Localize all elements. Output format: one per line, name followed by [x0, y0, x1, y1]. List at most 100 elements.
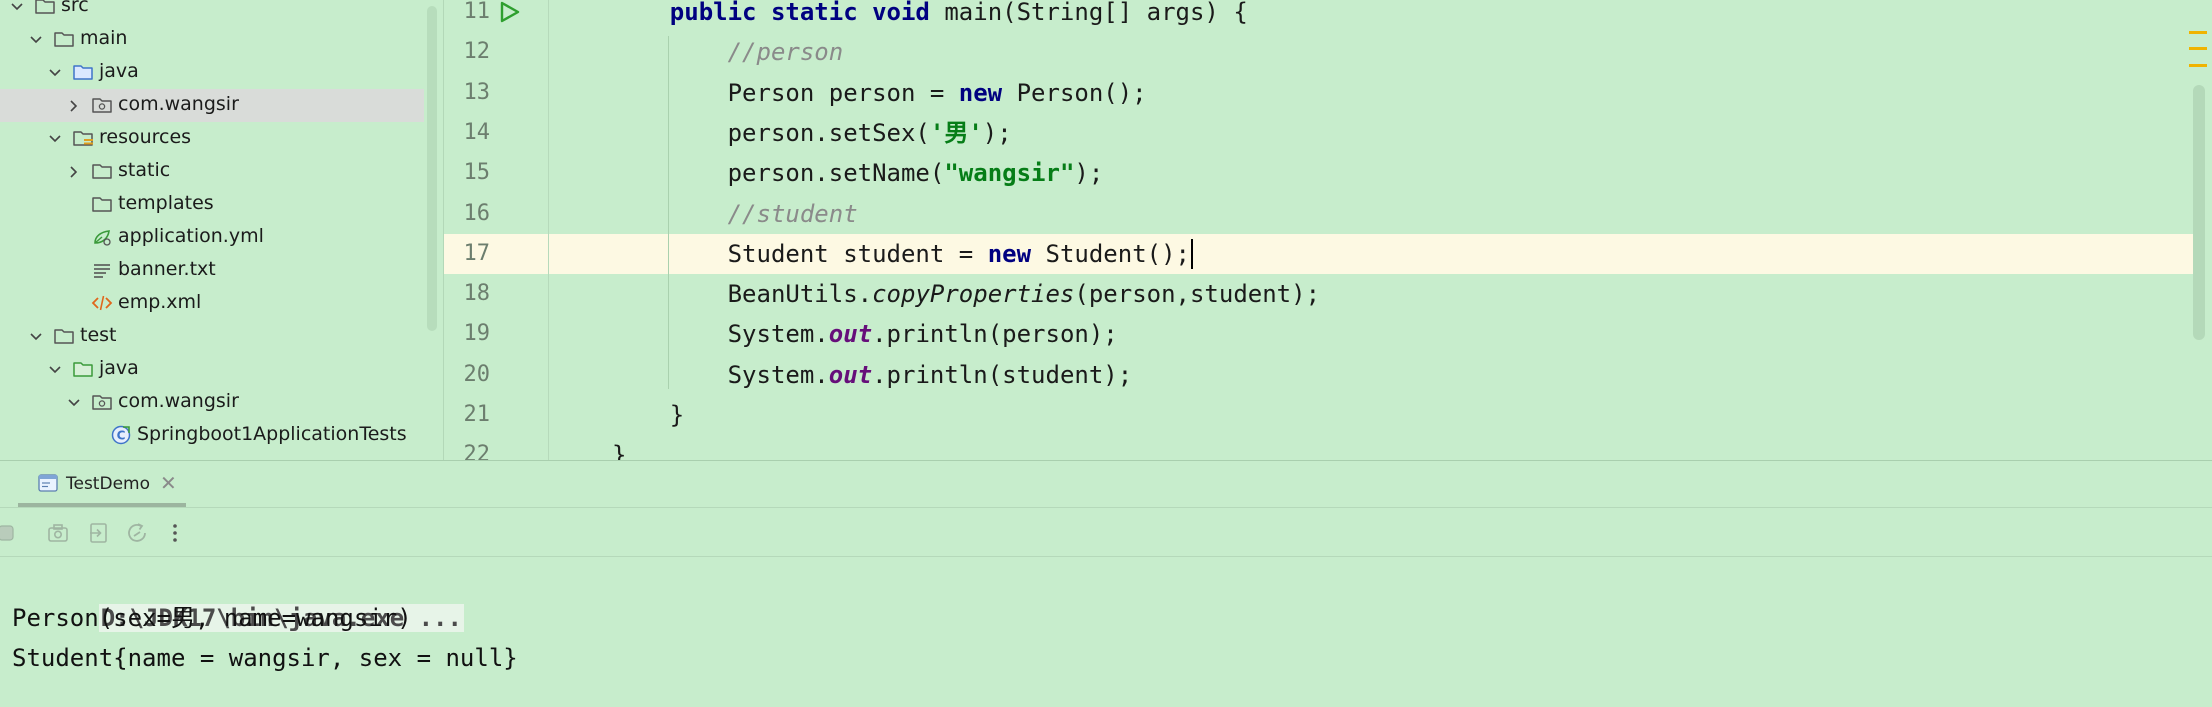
code-token: "wangsir" [944, 159, 1075, 188]
run-tab-bar: TestDemo ✕ [0, 461, 2212, 507]
line-number-gutter: 11 12 13 14 15 16 17 18 19 20 21 22 [444, 0, 548, 460]
warning-marker[interactable] [2189, 31, 2207, 34]
code-line[interactable]: BeanUtils.copyProperties(person,student)… [612, 274, 1320, 314]
line-number: 19 [463, 321, 491, 347]
exit-icon[interactable] [87, 521, 111, 545]
tree-item-static[interactable]: static [0, 155, 424, 188]
code-line[interactable]: } [612, 435, 626, 460]
text-caret [1191, 238, 1193, 269]
chevron-down-icon[interactable] [27, 31, 45, 49]
tree-item-java[interactable]: java [0, 353, 424, 386]
line-number: 12 [463, 39, 491, 65]
warning-marker[interactable] [2189, 64, 2207, 67]
tree-item-resources[interactable]: resources [0, 122, 424, 155]
code-line[interactable]: } [612, 395, 684, 435]
code-line[interactable]: System.out.println(student); [612, 355, 1133, 395]
stop-icon[interactable] [0, 521, 20, 545]
code-line[interactable]: Person person = new Person(); [612, 73, 1147, 113]
chevron-down-icon[interactable] [65, 394, 83, 412]
code-token: public static void [669, 0, 930, 26]
code-line[interactable]: person.setName("wangsir"); [612, 153, 1104, 193]
project-tree-scrollbar[interactable] [427, 6, 437, 331]
xml-file-icon [91, 292, 113, 314]
camera-icon[interactable] [46, 521, 70, 545]
tree-item-label: application.yml [118, 225, 264, 247]
tab-testdemo-label: TestDemo [66, 474, 150, 494]
code-token: //person [727, 38, 844, 67]
code-token: Student student = [612, 239, 988, 268]
code-token: Person person = [612, 78, 959, 107]
line-number: 17 [463, 240, 491, 266]
restart-icon[interactable] [125, 521, 149, 545]
tree-item-label: test [80, 324, 117, 346]
tree-item-main[interactable]: main [0, 23, 424, 56]
tree-item-test[interactable]: test [0, 320, 424, 353]
line-number: 16 [463, 200, 491, 226]
code-line[interactable]: Student student = new Student(); [612, 234, 1190, 274]
console-command-line: D:\JDK17\bin\java.exe ... [12, 558, 464, 632]
chevron-right-icon[interactable] [65, 97, 83, 115]
console-toolbar [0, 507, 2212, 557]
code-line[interactable]: public static void main(String[] args) { [612, 0, 1248, 32]
console-output-line: Student{name = wangsir, sex = null} [12, 644, 518, 672]
tree-item-templates[interactable]: templates [0, 188, 424, 221]
code-line[interactable]: System.out.println(person); [612, 314, 1118, 354]
code-token: System. [612, 320, 829, 349]
line-number: 18 [463, 281, 491, 307]
code-token: main(String[] args) { [929, 0, 1248, 26]
run-main-icon[interactable] [497, 0, 521, 24]
tree-item-label: banner.txt [118, 258, 216, 280]
line-number: 20 [463, 361, 491, 387]
chevron-down-icon[interactable] [8, 0, 26, 16]
tree-item-java[interactable]: java [0, 56, 424, 89]
folder-icon [91, 160, 113, 182]
tree-item-banner-txt[interactable]: banner.txt [0, 254, 424, 287]
chevron-down-icon[interactable] [46, 361, 64, 379]
chevron-down-icon[interactable] [46, 130, 64, 148]
test-class-icon: C [110, 424, 132, 446]
code-token: Student(); [1031, 239, 1190, 268]
resources-folder-icon [72, 127, 94, 149]
chevron-down-icon[interactable] [27, 328, 45, 346]
code-editor[interactable]: 11 12 13 14 15 16 17 18 19 20 21 22 public static v… [444, 0, 2212, 460]
editor-scrollbar[interactable] [2193, 85, 2205, 340]
code-token: person.setSex( [612, 118, 930, 147]
tree-item-application-yml[interactable]: application.yml [0, 221, 424, 254]
tree-item-com-wangsir[interactable]: com.wangsir [0, 386, 424, 419]
tree-item-springboot1applicationtests[interactable]: C Springboot1ApplicationTests [0, 419, 424, 452]
chevron-right-icon[interactable] [65, 163, 83, 181]
tree-item-emp-xml[interactable]: emp.xml [0, 287, 424, 320]
yml-file-icon [91, 226, 113, 248]
folder-icon [53, 28, 75, 50]
code-token: .println(student); [872, 360, 1133, 389]
text-file-icon [91, 259, 113, 281]
tree-item-label: src [61, 0, 89, 16]
tree-item-com-wangsir[interactable]: com.wangsir [0, 89, 424, 122]
tree-item-label: com.wangsir [118, 390, 239, 412]
line-number: 14 [463, 119, 491, 145]
project-tree-panel: src main java com.wangsir resources static tem… [0, 0, 444, 460]
folder-icon [34, 0, 56, 17]
close-icon[interactable]: ✕ [160, 471, 177, 495]
code-token: } [612, 441, 627, 460]
code-token: out [828, 320, 873, 349]
more-options-icon[interactable] [163, 521, 187, 545]
warning-marker[interactable] [2189, 47, 2207, 50]
code-token: new [958, 78, 1003, 107]
code-token: } [612, 401, 685, 429]
tree-item-src[interactable]: src [0, 0, 424, 23]
chevron-down-icon[interactable] [46, 64, 64, 82]
code-line[interactable]: person.setSex('男'); [612, 113, 1012, 153]
code-line[interactable]: //student [612, 194, 858, 234]
code-line[interactable]: //person [612, 32, 844, 72]
code-token: '男' [929, 118, 983, 147]
code-token: copyProperties [872, 280, 1075, 309]
code-token: person.setName( [612, 159, 945, 188]
line-number: 15 [463, 160, 491, 186]
tab-testdemo[interactable]: TestDemo ✕ [18, 461, 186, 507]
code-token: Person(); [1002, 78, 1147, 107]
test-source-folder-icon [72, 358, 94, 380]
